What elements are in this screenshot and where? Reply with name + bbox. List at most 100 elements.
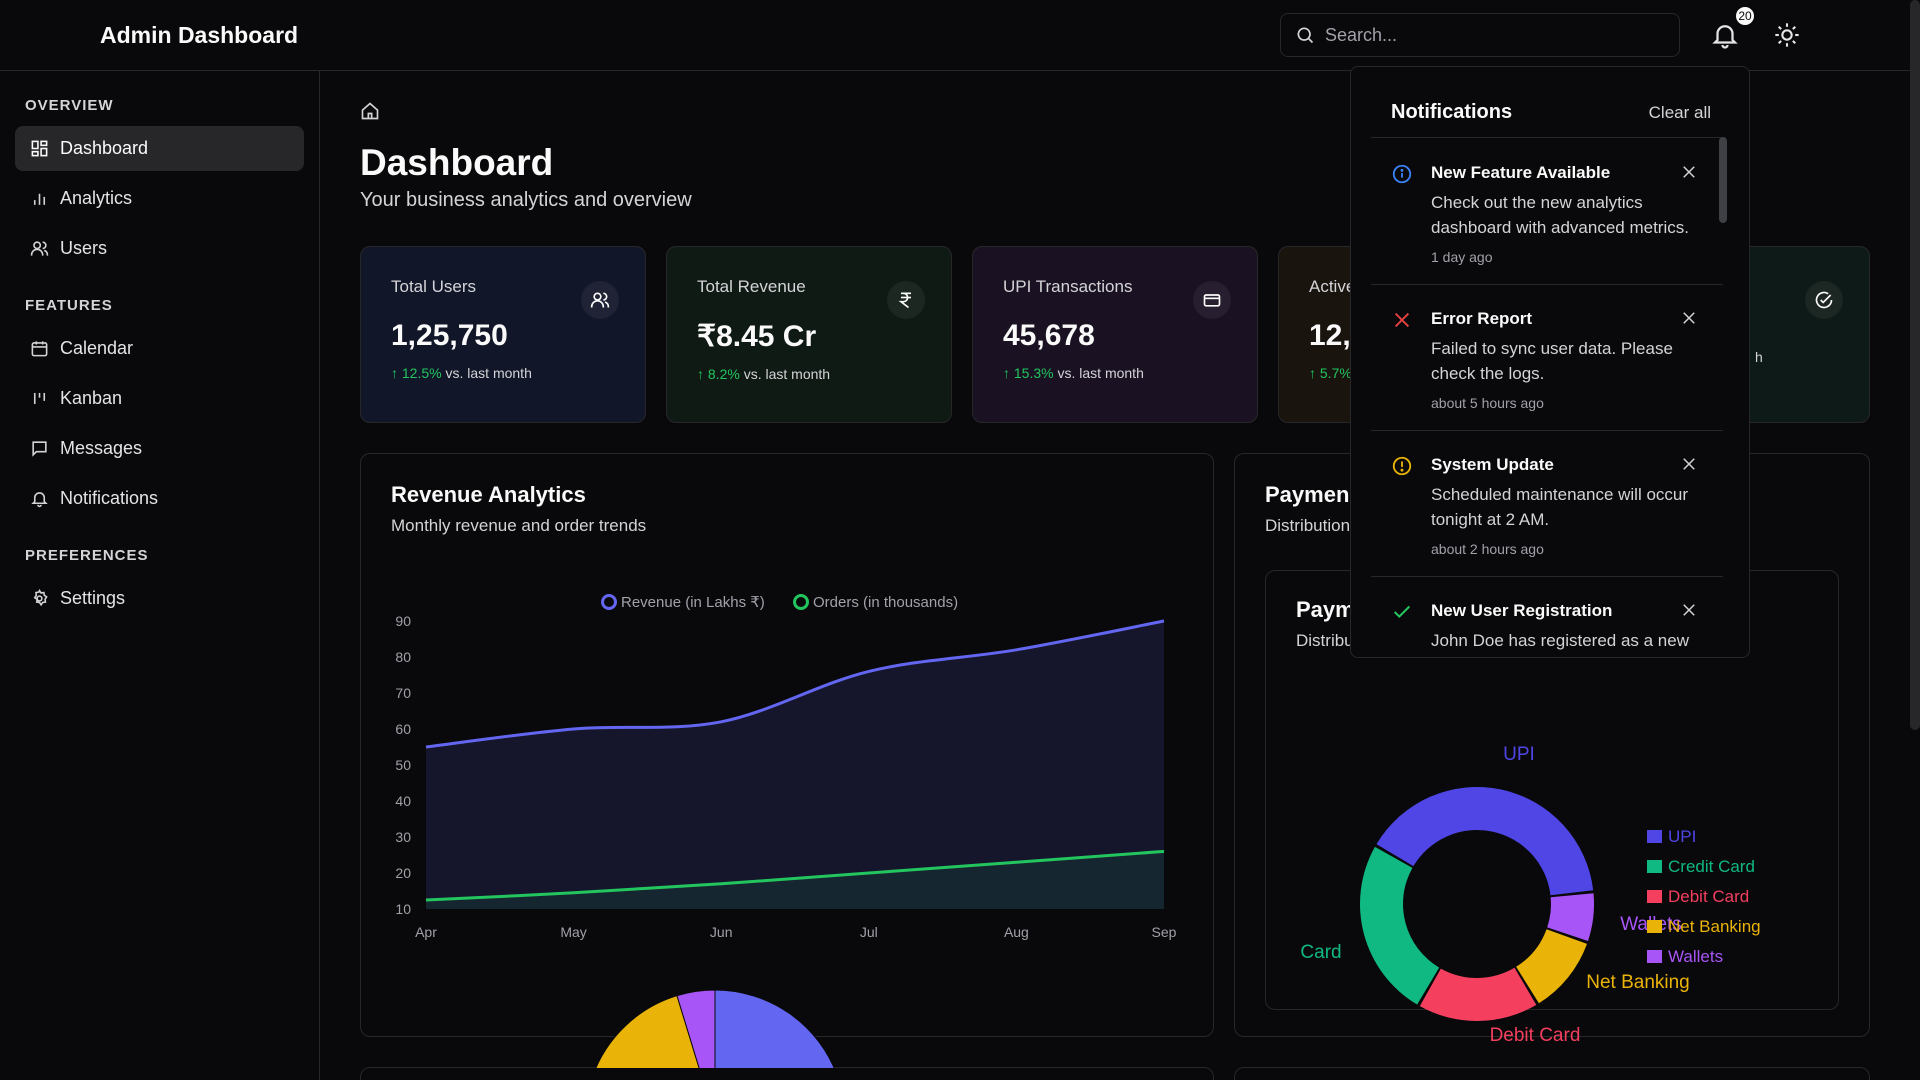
sidebar-section-overview: OVERVIEW [25, 97, 114, 114]
sun-icon[interactable] [1773, 21, 1801, 49]
stat-change-suffix: vs. last month [445, 365, 532, 381]
donut-slice-debit-card [1419, 967, 1537, 1021]
stat-card-total-revenue: Total Revenue ₹8.45 Cr ↑ 8.2% vs. last m… [666, 246, 952, 423]
stat-change-arrow: ↑ [1003, 365, 1014, 381]
revenue-analytics-panel: Revenue Analytics Monthly revenue and or… [360, 453, 1214, 1037]
notification-item[interactable]: New User Registration John Doe has regis… [1371, 577, 1723, 657]
notification-message: John Doe has registered as a new [1431, 631, 1689, 650]
sidebar-item-calendar[interactable]: Calendar [15, 326, 304, 371]
sidebar-item-label: Kanban [60, 388, 123, 408]
y-tick-label: 40 [395, 793, 411, 809]
notification-message: Check out the new analytics dashboard wi… [1431, 193, 1689, 237]
sidebar-item-label: Messages [60, 438, 143, 458]
sidebar-item-kanban[interactable]: Kanban [15, 376, 304, 421]
sidebar-item-label: Notifications [60, 488, 159, 508]
inner-subtitle: Distribu [1296, 631, 1354, 650]
notifications-title: Notifications [1391, 101, 1513, 123]
y-tick-label: 70 [395, 685, 411, 701]
donut-outer-label: Net Banking [1586, 972, 1690, 993]
legend-label: Orders (in thousands) [813, 594, 958, 611]
search-icon [1297, 27, 1314, 44]
search-box[interactable] [1280, 13, 1680, 57]
card-icon [1203, 294, 1221, 307]
sidebar-item-settings[interactable]: Settings [15, 576, 304, 621]
close-icon[interactable] [1680, 455, 1698, 473]
y-tick-label: 60 [395, 721, 411, 737]
sidebar-item-label: Users [60, 238, 108, 258]
stat-change-value: 12.5% [401, 365, 442, 381]
home-icon[interactable] [360, 101, 380, 121]
users-icon [590, 292, 610, 308]
close-icon[interactable] [1680, 163, 1698, 181]
close-icon[interactable] [1680, 309, 1698, 327]
notification-item[interactable]: New Feature Available Check out the new … [1371, 139, 1723, 285]
sidebar-item-analytics[interactable]: Analytics [15, 176, 304, 221]
legend-marker [601, 594, 617, 610]
legend-swatch [1647, 920, 1662, 933]
info-icon [1392, 164, 1412, 184]
y-tick-label: 80 [395, 649, 411, 665]
x-tick-label: Sep [1152, 924, 1177, 940]
bell-icon [31, 492, 48, 508]
stat-change-arrow: ↑ [391, 365, 402, 381]
stat-value: 1,25,750 [391, 319, 508, 352]
page-scrollbar[interactable] [1910, 0, 1920, 730]
panel-subtitle: Distribution [1265, 516, 1351, 535]
notifications-scrollbar[interactable] [1719, 137, 1727, 223]
check-circle-icon [1815, 291, 1833, 309]
clear-all-button[interactable]: Clear all [1649, 103, 1711, 123]
pie-mask [465, 1068, 965, 1080]
notifications-list: New Feature Available Check out the new … [1371, 139, 1723, 657]
stat-icon [887, 281, 925, 319]
sidebar-item-users[interactable]: Users [15, 226, 304, 271]
notification-time: about 5 hours ago [1431, 395, 1544, 411]
payment-donut-chart: UPI Card Debit Card Net Banking Wallets UPI Cr… [1300, 744, 1761, 1046]
page-subtitle: Your business analytics and overview [360, 189, 692, 211]
sidebar-item-messages[interactable]: Messages [15, 426, 304, 471]
x-tick-label: Jul [860, 924, 878, 940]
analytics-icon [33, 193, 46, 205]
donut-outer-label: UPI [1503, 744, 1535, 765]
legend-label: Net Banking [1668, 917, 1761, 936]
donut-slice-upi [1376, 787, 1594, 896]
stat-card-total-users: Total Users 1,25,750 ↑ 12.5% vs. last mo… [360, 246, 646, 423]
stat-change-suffix: vs. last month [743, 366, 831, 382]
alert-circle-icon [1392, 456, 1412, 476]
stat-value: 45,678 [1003, 319, 1095, 352]
notification-time: 1 day ago [1431, 249, 1493, 265]
stat-icon [1193, 281, 1231, 319]
stat-change: ↑ 8.2% vs. last month [697, 366, 921, 382]
y-tick-label: 90 [395, 613, 411, 629]
notification-title: Error Report [1431, 309, 1533, 328]
notification-item[interactable]: System Update Scheduled maintenance will… [1371, 431, 1723, 577]
check-icon [1393, 605, 1411, 619]
app-title: Admin Dashboard [100, 22, 299, 48]
stat-icon [581, 281, 619, 319]
stat-change-value: 5.7% [1319, 365, 1352, 381]
stat-value: ₹8.45 Cr [697, 320, 817, 353]
stat-icon [1805, 281, 1843, 319]
bell-icon[interactable] [1710, 20, 1740, 50]
sidebar: OVERVIEW Dashboard Analytics Users FEATU… [0, 71, 320, 1080]
donut-outer-label: Card [1300, 942, 1341, 963]
stat-change: ↑ 15.3% vs. last month [1003, 365, 1227, 381]
sidebar-item-notifications[interactable]: Notifications [15, 476, 304, 521]
y-tick-label: 20 [395, 865, 411, 881]
sidebar-item-dashboard[interactable]: Dashboard [15, 126, 304, 171]
notification-message: Scheduled maintenance will occur tonight… [1431, 485, 1689, 529]
search-input[interactable] [1325, 24, 1655, 46]
sidebar-section-preferences: PREFERENCES [25, 547, 149, 564]
notification-title: New User Registration [1431, 601, 1613, 620]
stat-card-upi-transactions: UPI Transactions 45,678 ↑ 15.3% vs. last… [972, 246, 1258, 423]
sidebar-item-label: Settings [60, 588, 126, 608]
close-icon[interactable] [1680, 601, 1698, 619]
rupee-icon [898, 292, 911, 309]
notification-item[interactable]: Error Report Failed to sync user data. P… [1371, 285, 1723, 431]
notification-count-badge: 20 [1734, 5, 1756, 27]
top-header: Admin Dashboard 20 [0, 0, 1920, 71]
next-panel-partial-right [1234, 1067, 1870, 1080]
users-icon [30, 241, 49, 256]
notification-title: New Feature Available [1431, 163, 1611, 182]
page-title: Dashboard [360, 142, 554, 183]
calendar-icon [31, 341, 48, 357]
